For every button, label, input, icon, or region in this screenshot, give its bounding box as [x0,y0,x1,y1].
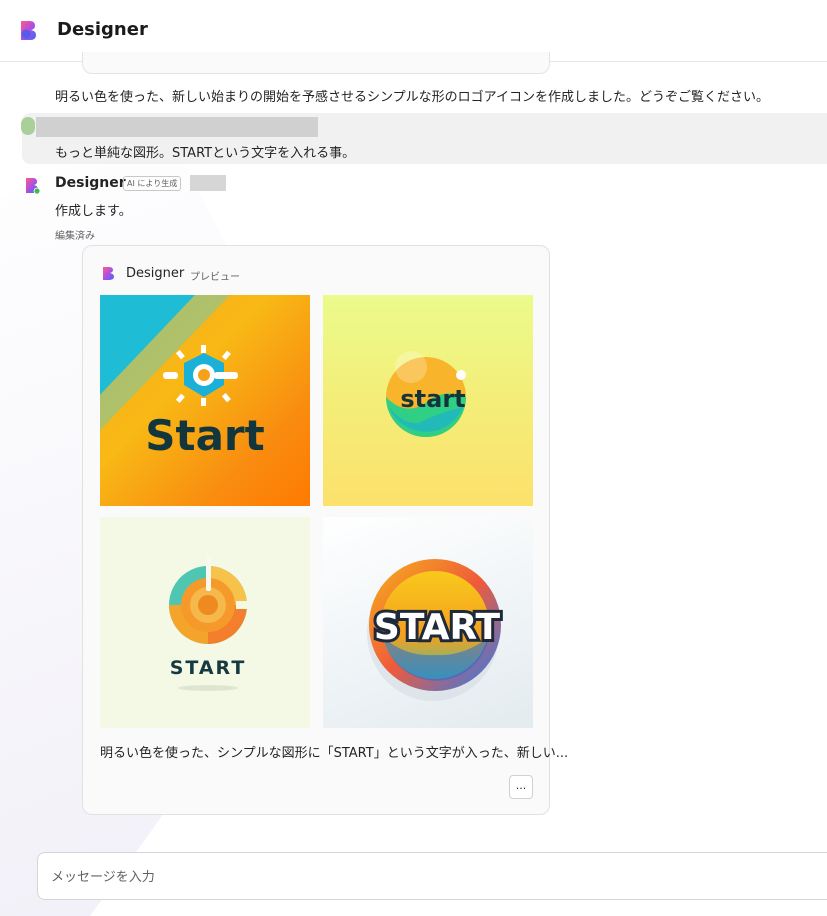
previous-card-bottom [82,52,550,74]
designer-logo-icon [103,267,114,280]
generated-image-2[interactable]: start [323,295,533,506]
more-options-button[interactable]: ... [509,775,533,799]
designer-preview-card: Designer プレビュー Start start START START 明… [82,245,568,815]
image-word: START [374,607,501,648]
card-subtitle: プレビュー [190,272,240,283]
message-input[interactable] [51,866,751,888]
card-title: Designer [126,266,185,281]
ai-generated-badge: AI により生成 [123,176,182,191]
power-circle-icon [169,555,254,644]
app-title: Designer [57,19,148,40]
generated-image-1[interactable]: Start [100,295,310,506]
generated-image-3[interactable]: START [100,517,310,728]
user-message: もっと単純な図形。STARTという文字を入れる事。 [55,146,356,161]
image-caption: 明るい色を使った、シンプルな図形に「START」という文字が入った、新しい... [100,746,569,761]
image-word: START [170,657,247,679]
sun-gear-icon [163,345,238,406]
user-name-redacted [36,117,318,137]
user-avatar[interactable] [21,117,35,135]
image-word: start [400,385,465,413]
bot-message: 作成します。 [55,204,132,219]
designer-logo-icon [21,21,36,40]
previous-bot-message: 明るい色を使った、新しい始まりの開始を予感させるシンプルな形のロゴアイコンを作成… [55,90,769,105]
image-word: Start [145,411,264,460]
edited-label: 編集済み [55,231,95,242]
designer-avatar-icon [26,178,41,195]
timestamp-redacted [190,175,226,191]
bot-name: Designer [55,175,126,191]
generated-image-4[interactable]: START [323,517,533,728]
message-input-box[interactable] [37,852,827,900]
